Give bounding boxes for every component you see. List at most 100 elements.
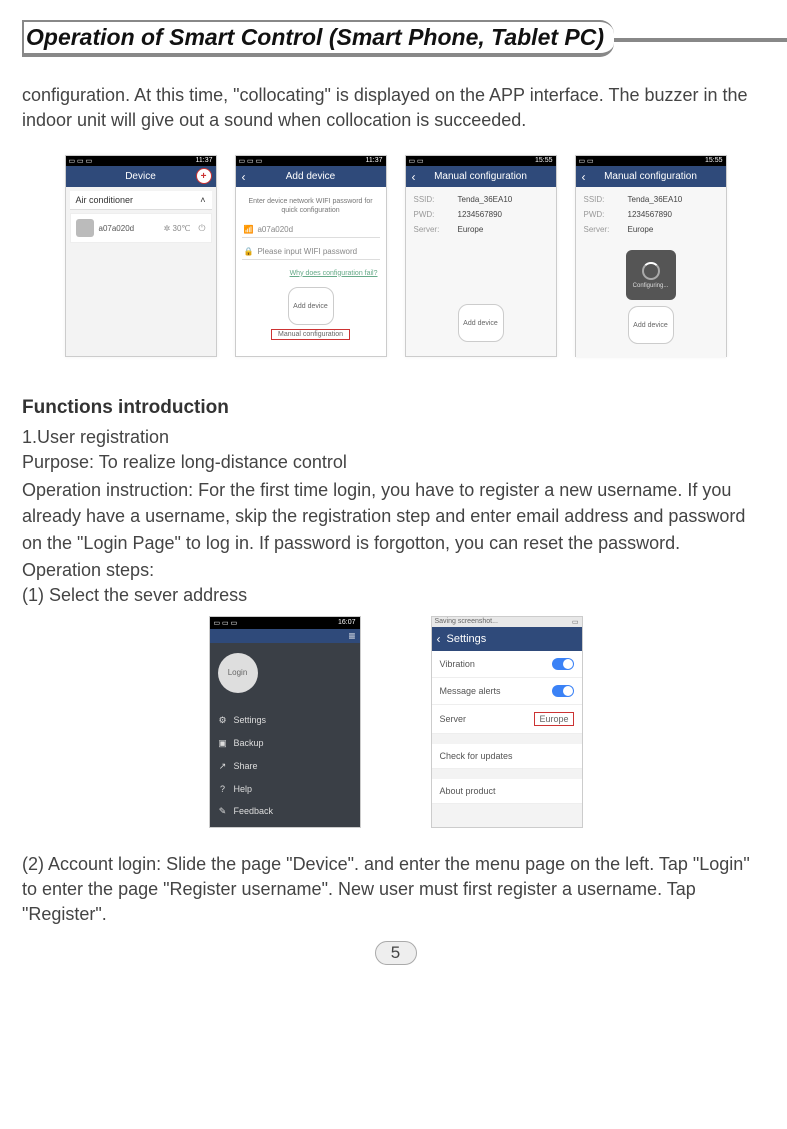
functions-line-1: 1.User registration — [22, 427, 769, 448]
drawer-label: Help — [234, 784, 253, 794]
settings-label: Check for updates — [440, 751, 513, 761]
feedback-icon: ✎ — [218, 806, 228, 817]
settings-server[interactable]: Server Europe — [432, 705, 582, 734]
tab-label: Air conditioner — [76, 195, 134, 205]
device-row[interactable]: a07a020d ✲ 30℃ ⏻ — [70, 213, 212, 243]
screenshot-device-list: ▭ ▭ ▭ 11:37 Device + Air conditioner ˄ a… — [65, 155, 217, 357]
screenshot-manual-config: ▭ ▭ 15:55 ‹ Manual configuration SSID: T… — [405, 155, 557, 357]
drawer-label: Settings — [234, 715, 267, 725]
pwd-label: PWD: — [584, 210, 618, 219]
functions-line-5: (1) Select the sever address — [22, 585, 769, 606]
screenshot-settings: Saving screenshot... ▭ ‹ Settings Vibrat… — [431, 616, 583, 828]
drawer-item-settings[interactable]: ⚙ Settings — [218, 715, 352, 726]
status-icons: ▭ ▭ ▭ — [214, 619, 238, 627]
step-2-paragraph: (2) Account login: Slide the page "Devic… — [22, 852, 769, 928]
login-button[interactable]: Login — [218, 653, 258, 693]
pwd-value: 1234567890 — [628, 210, 718, 219]
page-title: Operation of Smart Control (Smart Phone,… — [22, 20, 614, 57]
status-bar: ▭ ▭ ▭ 16:07 — [210, 617, 360, 629]
drawer-item-feedback[interactable]: ✎ Feedback — [218, 806, 352, 817]
password-field[interactable]: Please input WIFI password — [242, 244, 380, 260]
ssid-label: SSID: — [584, 195, 618, 204]
why-fail-link[interactable]: Why does configuration fail? — [290, 270, 378, 277]
app-bar-title: Device — [125, 171, 156, 182]
status-bar: ▭ ▭ 15:55 — [576, 156, 726, 166]
settings-label: Vibration — [440, 659, 475, 669]
status-time: 11:37 — [196, 157, 213, 165]
app-bar-title: Settings — [447, 633, 487, 645]
add-device-button[interactable]: Add device — [288, 287, 334, 325]
server-value: Europe — [458, 225, 548, 234]
page-number: 5 — [375, 941, 417, 965]
settings-updates[interactable]: Check for updates — [432, 744, 582, 769]
status-icons: ▭ ▭ ▭ — [239, 157, 263, 165]
gear-icon: ⚙ — [218, 715, 228, 726]
functions-line-2: Purpose: To realize long-distance contro… — [22, 452, 769, 473]
app-bar: Device + — [66, 166, 216, 187]
server-row[interactable]: Server: Europe — [584, 225, 718, 234]
back-icon[interactable]: ‹ — [582, 170, 586, 184]
settings-about[interactable]: About product — [432, 779, 582, 804]
ssid-value: a07a020d — [257, 225, 293, 234]
back-icon[interactable]: ‹ — [412, 170, 416, 184]
configuring-overlay: Configuring... — [626, 250, 676, 300]
settings-vibration[interactable]: Vibration — [432, 651, 582, 678]
drawer-item-help[interactable]: ? Help — [218, 784, 352, 794]
pwd-row[interactable]: PWD: 1234567890 — [584, 210, 718, 219]
divider — [432, 769, 582, 779]
drawer-label: Feedback — [234, 806, 274, 816]
menu-icon[interactable]: ≡ — [348, 629, 355, 643]
drawer-label: Share — [234, 761, 258, 771]
status-time: 15:55 — [705, 157, 723, 165]
lock-icon — [244, 247, 254, 256]
power-icon[interactable]: ⏻ — [198, 223, 205, 234]
status-icons: ▭ — [572, 618, 579, 626]
drawer-item-backup[interactable]: ▣ Backup — [218, 738, 352, 749]
ssid-value: Tenda_36EA10 — [628, 195, 718, 204]
server-row[interactable]: Server: Europe — [414, 225, 548, 234]
toggle-on-icon[interactable] — [552, 658, 574, 670]
drawer-top-bar: ≡ — [210, 629, 360, 643]
settings-alerts[interactable]: Message alerts — [432, 678, 582, 705]
ssid-value: Tenda_36EA10 — [458, 195, 548, 204]
status-icons: ▭ ▭ — [579, 157, 594, 165]
settings-label: About product — [440, 786, 496, 796]
add-device-icon[interactable]: + — [196, 168, 212, 184]
pwd-row[interactable]: PWD: 1234567890 — [414, 210, 548, 219]
add-device-button[interactable]: Add device — [458, 304, 504, 342]
status-bar: ▭ ▭ ▭ 11:37 — [66, 156, 216, 166]
share-icon: ↗ — [218, 761, 228, 772]
page-header: Operation of Smart Control (Smart Phone,… — [22, 20, 769, 57]
ssid-label: SSID: — [414, 195, 448, 204]
status-icons: ▭ ▭ — [409, 157, 424, 165]
status-time: 16:07 — [338, 619, 356, 627]
app-bar-title: Add device — [286, 171, 335, 182]
app-bar-title: Manual configuration — [434, 171, 527, 182]
chevron-up-icon: ˄ — [200, 195, 205, 205]
device-temp: ✲ 30℃ — [164, 224, 191, 233]
add-device-button[interactable]: Add device — [628, 306, 674, 344]
status-bar: Saving screenshot... ▭ — [432, 617, 582, 627]
toggle-on-icon[interactable] — [552, 685, 574, 697]
settings-label: Message alerts — [440, 686, 501, 696]
ssid-row[interactable]: SSID: Tenda_36EA10 — [414, 195, 548, 204]
intro-paragraph: configuration. At this time, "collocatin… — [22, 83, 769, 133]
manual-config-link[interactable]: Manual configuration — [271, 329, 350, 340]
functions-line-4: Operation steps: — [22, 560, 769, 581]
pwd-label: PWD: — [414, 210, 448, 219]
server-value: Europe — [534, 712, 573, 726]
help-icon: ? — [218, 784, 228, 794]
ssid-row[interactable]: SSID: Tenda_36EA10 — [584, 195, 718, 204]
drawer-item-share[interactable]: ↗ Share — [218, 761, 352, 772]
backup-icon: ▣ — [218, 738, 228, 749]
device-thumb-icon — [76, 219, 94, 237]
back-icon[interactable]: ‹ — [242, 170, 246, 184]
status-bar: ▭ ▭ ▭ 11:37 — [236, 156, 386, 166]
category-tab[interactable]: Air conditioner ˄ — [70, 191, 212, 210]
password-placeholder: Please input WIFI password — [257, 247, 357, 256]
app-bar: ‹ Add device — [236, 166, 386, 187]
ssid-field: a07a020d — [242, 222, 380, 238]
back-icon[interactable]: ‹ — [437, 632, 441, 646]
settings-label: Server — [440, 714, 467, 724]
device-name: a07a020d — [99, 224, 135, 233]
